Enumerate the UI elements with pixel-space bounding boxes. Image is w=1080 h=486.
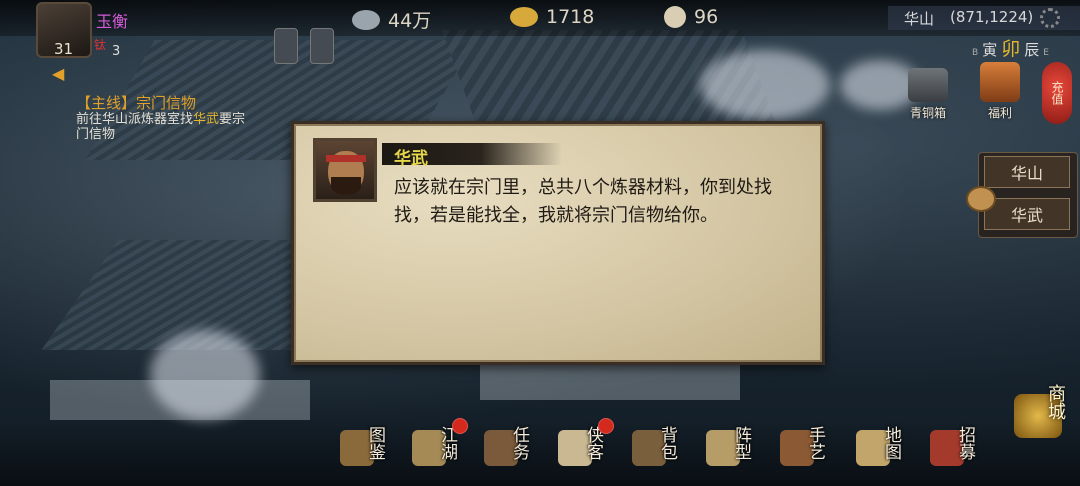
bottom-nav-label: 侠客 [583,426,603,460]
side-nav-location[interactable]: 华山 [984,156,1070,188]
shop-button[interactable]: 商城 [1010,384,1074,460]
silver-resource[interactable]: 44万 [352,6,431,33]
time-prev-small: B [972,48,979,58]
gold-resource[interactable]: 1718 [510,6,594,28]
time-strip: B 寅 卯 辰 E [972,34,1049,61]
bottom-nav-label: 手艺 [805,426,825,460]
quest-title[interactable]: 【主线】宗门信物 [76,92,196,113]
bottom-nav-item[interactable]: 江湖 [412,418,476,474]
bronze-box-button[interactable]: 青铜箱 [908,68,948,121]
silver-value: 44万 [388,10,432,32]
quest-description[interactable]: 前往华山派炼器室找华武要宗门信物 [76,112,256,142]
time-prev: 寅 [982,41,998,59]
recharge-button[interactable]: 充值 [1042,62,1072,124]
bottom-nav-label: 阵型 [731,426,751,460]
npc-beard [331,177,361,195]
gift-icon [980,62,1020,102]
notification-dot [452,418,468,434]
collapse-arrow-icon[interactable]: ◀ [52,64,64,83]
silver-ingot-icon [352,9,380,30]
gold-ingot-icon [510,7,538,27]
welfare-button[interactable]: 福利 [980,62,1020,121]
speaker-name: 华武 [394,149,428,169]
bottom-nav-label: 图鉴 [365,426,385,460]
dialog-text: 应该就在宗门里，总共八个炼器材料，你到处找找，若是能找全，我就将宗门信物给你。 [394,177,772,226]
bottom-nav-item[interactable]: 侠客 [558,418,622,474]
bottom-nav-item[interactable]: 地图 [856,424,920,474]
wall [480,360,740,400]
time-current: 卯 [1001,38,1021,60]
sect-count: 3 [112,44,121,59]
lantern-icon[interactable] [274,28,298,64]
bottom-nav-item[interactable]: 图鉴 [340,424,404,474]
time-next: 辰 [1024,41,1040,59]
bottom-nav-item[interactable]: 任务 [484,424,548,474]
side-panel-toggle-icon[interactable] [966,186,996,212]
player-name: 玉衡 [96,12,129,31]
bottom-nav-item[interactable]: 阵型 [706,424,770,474]
bun-value: 96 [694,6,719,28]
sect-badge: 钛 [94,38,107,52]
player-level: 31 [54,40,74,58]
location-name: 华山 [904,10,935,28]
npc-headband [326,155,366,162]
bun-icon [664,6,686,28]
bottom-nav-label: 背包 [657,426,677,460]
notification-dot [598,418,614,434]
npc-portrait [313,138,377,202]
bronze-box-label: 青铜箱 [909,106,946,120]
chest-icon [908,68,948,102]
bun-resource[interactable]: 96 [664,6,718,28]
bottom-nav-label: 招募 [955,426,975,460]
welfare-label: 福利 [987,106,1012,120]
snow-tree [150,330,260,420]
quest-desc-prefix: 前往华山派炼器室找 [76,112,194,127]
bottom-nav-label: 地图 [881,426,901,460]
shop-label: 商城 [1045,384,1066,420]
bottom-nav-label: 江湖 [437,426,457,460]
bottom-nav-item[interactable]: 招募 [930,424,994,474]
time-next-small: E [1043,48,1049,58]
bottom-nav-item[interactable]: 手艺 [780,424,844,474]
side-nav-npc[interactable]: 华武 [984,198,1070,230]
gold-value: 1718 [546,6,595,28]
quest-npc-highlight: 华武 [193,112,220,127]
bottom-nav-item[interactable]: 背包 [632,424,696,474]
gear-icon[interactable] [1040,8,1060,28]
location-coords: (871,1224) [950,8,1034,26]
snow-tree [700,50,830,120]
bottom-nav-label: 任务 [509,426,529,460]
lantern-icon[interactable] [310,28,334,64]
